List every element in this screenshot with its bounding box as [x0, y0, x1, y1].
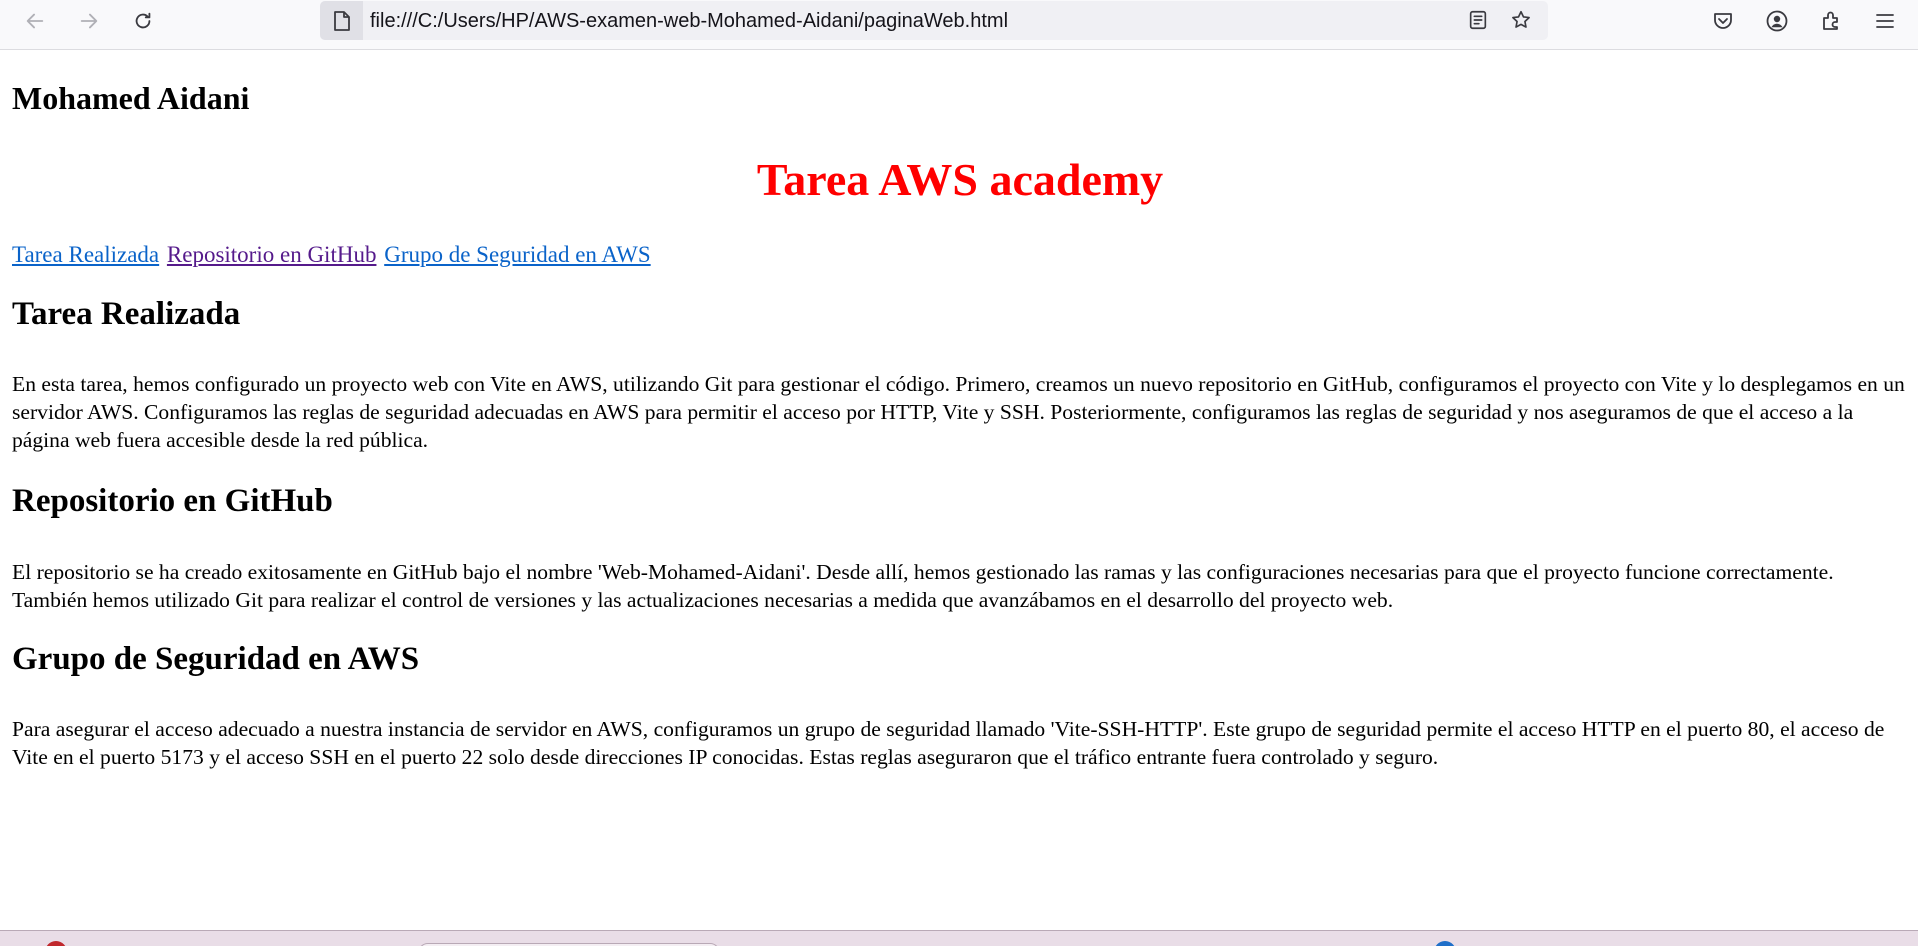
url-bar[interactable]: file:///C:/Users/HP/AWS-examen-web-Moham…	[320, 1, 1548, 40]
pocket-icon	[1714, 13, 1732, 29]
pocket-button[interactable]	[1706, 4, 1740, 38]
hamburger-menu-icon	[1876, 14, 1894, 28]
nav-link-tarea-realizada[interactable]: Tarea Realizada	[12, 242, 159, 267]
back-button[interactable]	[18, 4, 52, 38]
section-heading-grupo-seguridad: Grupo de Seguridad en AWS	[12, 641, 420, 677]
taskbar-app-icon[interactable]	[1434, 941, 1456, 946]
section-heading-tarea-realizada: Tarea Realizada	[12, 296, 241, 332]
reload-button[interactable]	[126, 4, 160, 38]
file-icon	[333, 10, 350, 31]
page-title: Tarea AWS academy	[756, 154, 1164, 205]
nav-link-repositorio-github[interactable]: Repositorio en GitHub	[167, 242, 377, 267]
app-menu-button[interactable]	[1868, 4, 1902, 38]
taskbar-app-icon[interactable]	[45, 941, 67, 946]
section-heading-repositorio-github: Repositorio en GitHub	[12, 483, 333, 519]
reader-view-button[interactable]	[1463, 5, 1493, 35]
taskbar-edge	[0, 930, 1918, 946]
reader-view-icon	[1469, 10, 1487, 30]
star-icon	[1512, 10, 1530, 28]
section-text-tarea-realizada: En esta tarea, hemos configurado un proy…	[12, 372, 1905, 452]
bookmark-button[interactable]	[1506, 5, 1536, 35]
extensions-button[interactable]	[1814, 4, 1848, 38]
account-icon	[1766, 10, 1788, 32]
section-text-repositorio-github: El repositorio se ha creado exitosamente…	[12, 560, 1834, 612]
account-button[interactable]	[1760, 4, 1794, 38]
forward-button[interactable]	[72, 4, 106, 38]
browser-toolbar: file:///C:/Users/HP/AWS-examen-web-Moham…	[0, 0, 1918, 50]
reload-icon	[135, 12, 151, 29]
section-text-grupo-seguridad: Para asegurar el acceso adecuado a nuest…	[12, 717, 1885, 769]
extensions-icon	[1823, 11, 1838, 30]
arrow-left-icon	[26, 13, 44, 29]
author-heading: Mohamed Aidani	[12, 80, 250, 116]
arrow-right-icon	[80, 13, 98, 29]
site-info-button[interactable]	[320, 1, 363, 40]
nav-link-grupo-seguridad[interactable]: Grupo de Seguridad en AWS	[384, 242, 650, 267]
url-text[interactable]: file:///C:/Users/HP/AWS-examen-web-Moham…	[370, 10, 1008, 33]
section-nav: Tarea Realizada Repositorio en GitHub Gr…	[12, 242, 653, 268]
